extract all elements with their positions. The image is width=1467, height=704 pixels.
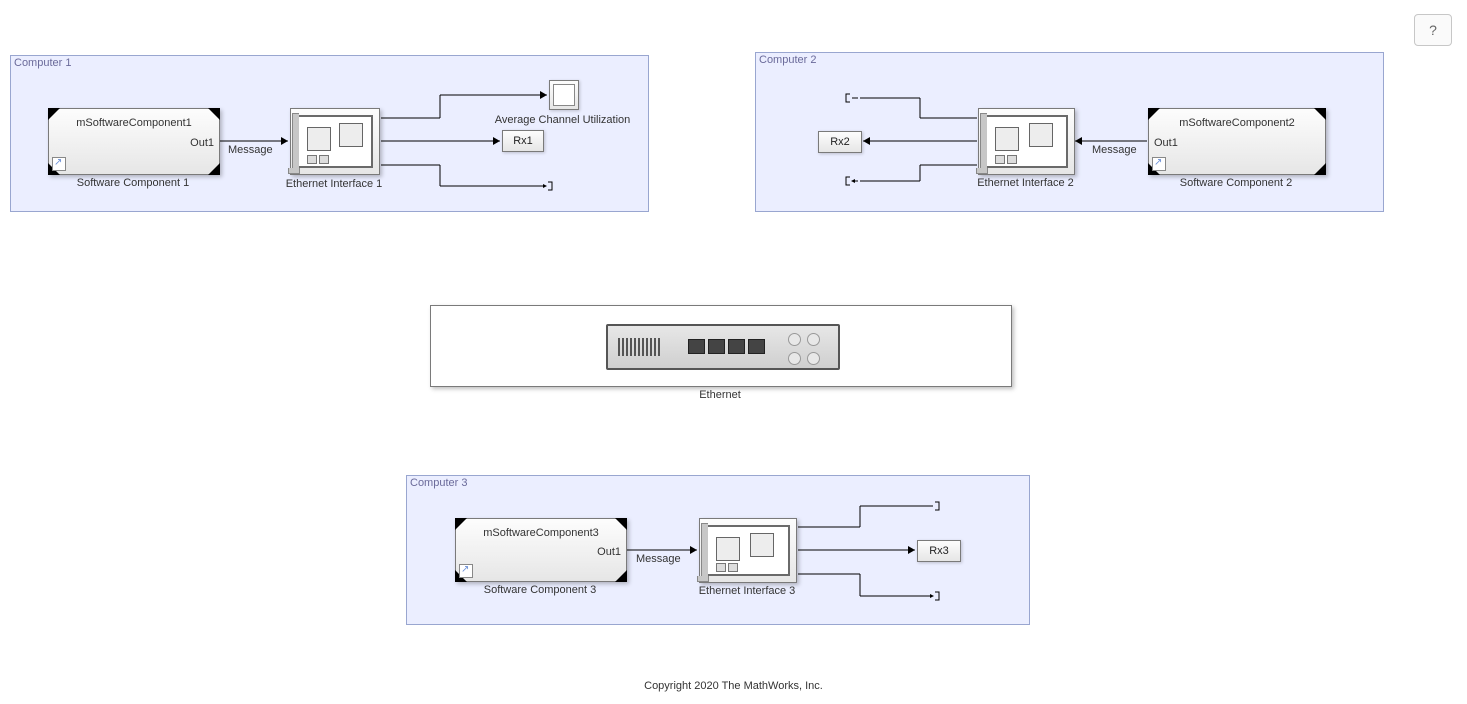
block-mask-text: mSoftwareComponent3 (456, 527, 626, 539)
port-label-out1: Out1 (597, 546, 621, 558)
block-mask-text: mSoftwareComponent2 (1149, 117, 1325, 129)
block-ethernet-interface-1[interactable] (290, 108, 380, 175)
block-software-component-3[interactable]: mSoftwareComponent3 Out1 (455, 518, 627, 582)
signal-label: Message (1092, 144, 1137, 156)
ethernet-card-icon (297, 115, 373, 168)
switch-icon (606, 324, 840, 370)
block-label: Software Component 1 (48, 177, 218, 189)
block-label: Software Component 2 (1148, 177, 1324, 189)
ethernet-card-icon (985, 115, 1068, 168)
copyright-text: Copyright 2020 The MathWorks, Inc. (0, 680, 1467, 692)
port-label-out1: Out1 (190, 137, 214, 149)
block-label: Ethernet (430, 389, 1010, 401)
block-ethernet-switch[interactable] (430, 305, 1012, 387)
block-scope[interactable] (549, 80, 579, 110)
block-label: Ethernet Interface 1 (270, 178, 398, 190)
help-button[interactable]: ? (1414, 14, 1452, 46)
block-ethernet-interface-2[interactable] (978, 108, 1075, 175)
terminator-icon[interactable] (844, 176, 858, 186)
model-reference-icon (459, 564, 473, 578)
block-label: Software Component 3 (455, 584, 625, 596)
port-label-out1: Out1 (1154, 137, 1178, 149)
block-label: Average Channel Utilization (480, 114, 645, 126)
area-title: Computer 1 (14, 57, 71, 69)
area-title: Computer 3 (410, 477, 467, 489)
block-label: Ethernet Interface 2 (958, 177, 1093, 189)
area-title: Computer 2 (759, 54, 816, 66)
ethernet-card-icon (706, 525, 790, 576)
block-goto-rx1[interactable]: Rx1 (502, 130, 544, 152)
scope-icon (553, 84, 575, 106)
block-goto-rx2[interactable]: Rx2 (818, 131, 862, 153)
model-reference-icon (52, 157, 66, 171)
block-software-component-1[interactable]: mSoftwareComponent1 Out1 (48, 108, 220, 175)
model-reference-icon (1152, 157, 1166, 171)
block-mask-text: mSoftwareComponent1 (49, 117, 219, 129)
block-ethernet-interface-3[interactable] (699, 518, 797, 583)
signal-label: Message (228, 144, 273, 156)
signal-label: Message (636, 553, 681, 565)
block-label: Ethernet Interface 3 (679, 585, 815, 597)
terminator-icon[interactable] (540, 181, 554, 191)
block-software-component-2[interactable]: mSoftwareComponent2 Out1 (1148, 108, 1326, 175)
terminator-icon[interactable] (927, 591, 941, 601)
terminator-icon[interactable] (844, 93, 858, 103)
block-goto-rx3[interactable]: Rx3 (917, 540, 961, 562)
simulink-canvas[interactable]: ? Computer 1 mSoftwareComponent1 Out1 So… (0, 0, 1467, 704)
terminator-icon[interactable] (927, 501, 941, 511)
